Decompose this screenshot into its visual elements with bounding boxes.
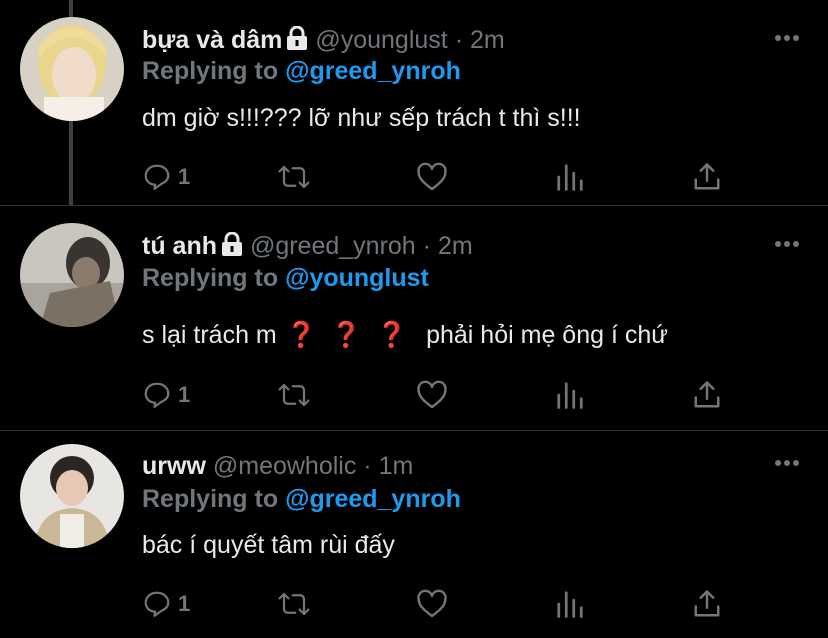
tweet[interactable]: urww @meowholic · 1m Replying to @greed_… (0, 0, 828, 638)
analytics-button[interactable] (555, 587, 585, 621)
tweet-text: bác í quyết tâm rùi đấy (142, 531, 395, 559)
reply-button[interactable]: 1 (142, 587, 190, 621)
reply-count: 1 (178, 591, 191, 616)
timestamp[interactable]: 1m (379, 452, 414, 480)
like-icon (417, 589, 447, 618)
like-button[interactable] (416, 587, 448, 621)
avatar[interactable] (20, 444, 124, 548)
separator-dot: · (363, 452, 372, 480)
action-bar: 1 (142, 587, 742, 621)
mention-link[interactable]: @greed_ynroh (285, 485, 461, 513)
display-name[interactable]: urww (142, 452, 206, 480)
replying-to-line: Replying to @greed_ynroh (142, 484, 461, 514)
share-icon (694, 590, 720, 617)
user-handle[interactable]: @meowholic (213, 452, 356, 480)
share-button[interactable] (692, 587, 722, 621)
reply-icon (144, 591, 170, 617)
analytics-icon (557, 591, 583, 618)
more-icon[interactable] (772, 453, 802, 473)
retweet-icon (278, 592, 310, 616)
replying-label: Replying to (142, 485, 279, 513)
retweet-button[interactable] (277, 587, 311, 621)
